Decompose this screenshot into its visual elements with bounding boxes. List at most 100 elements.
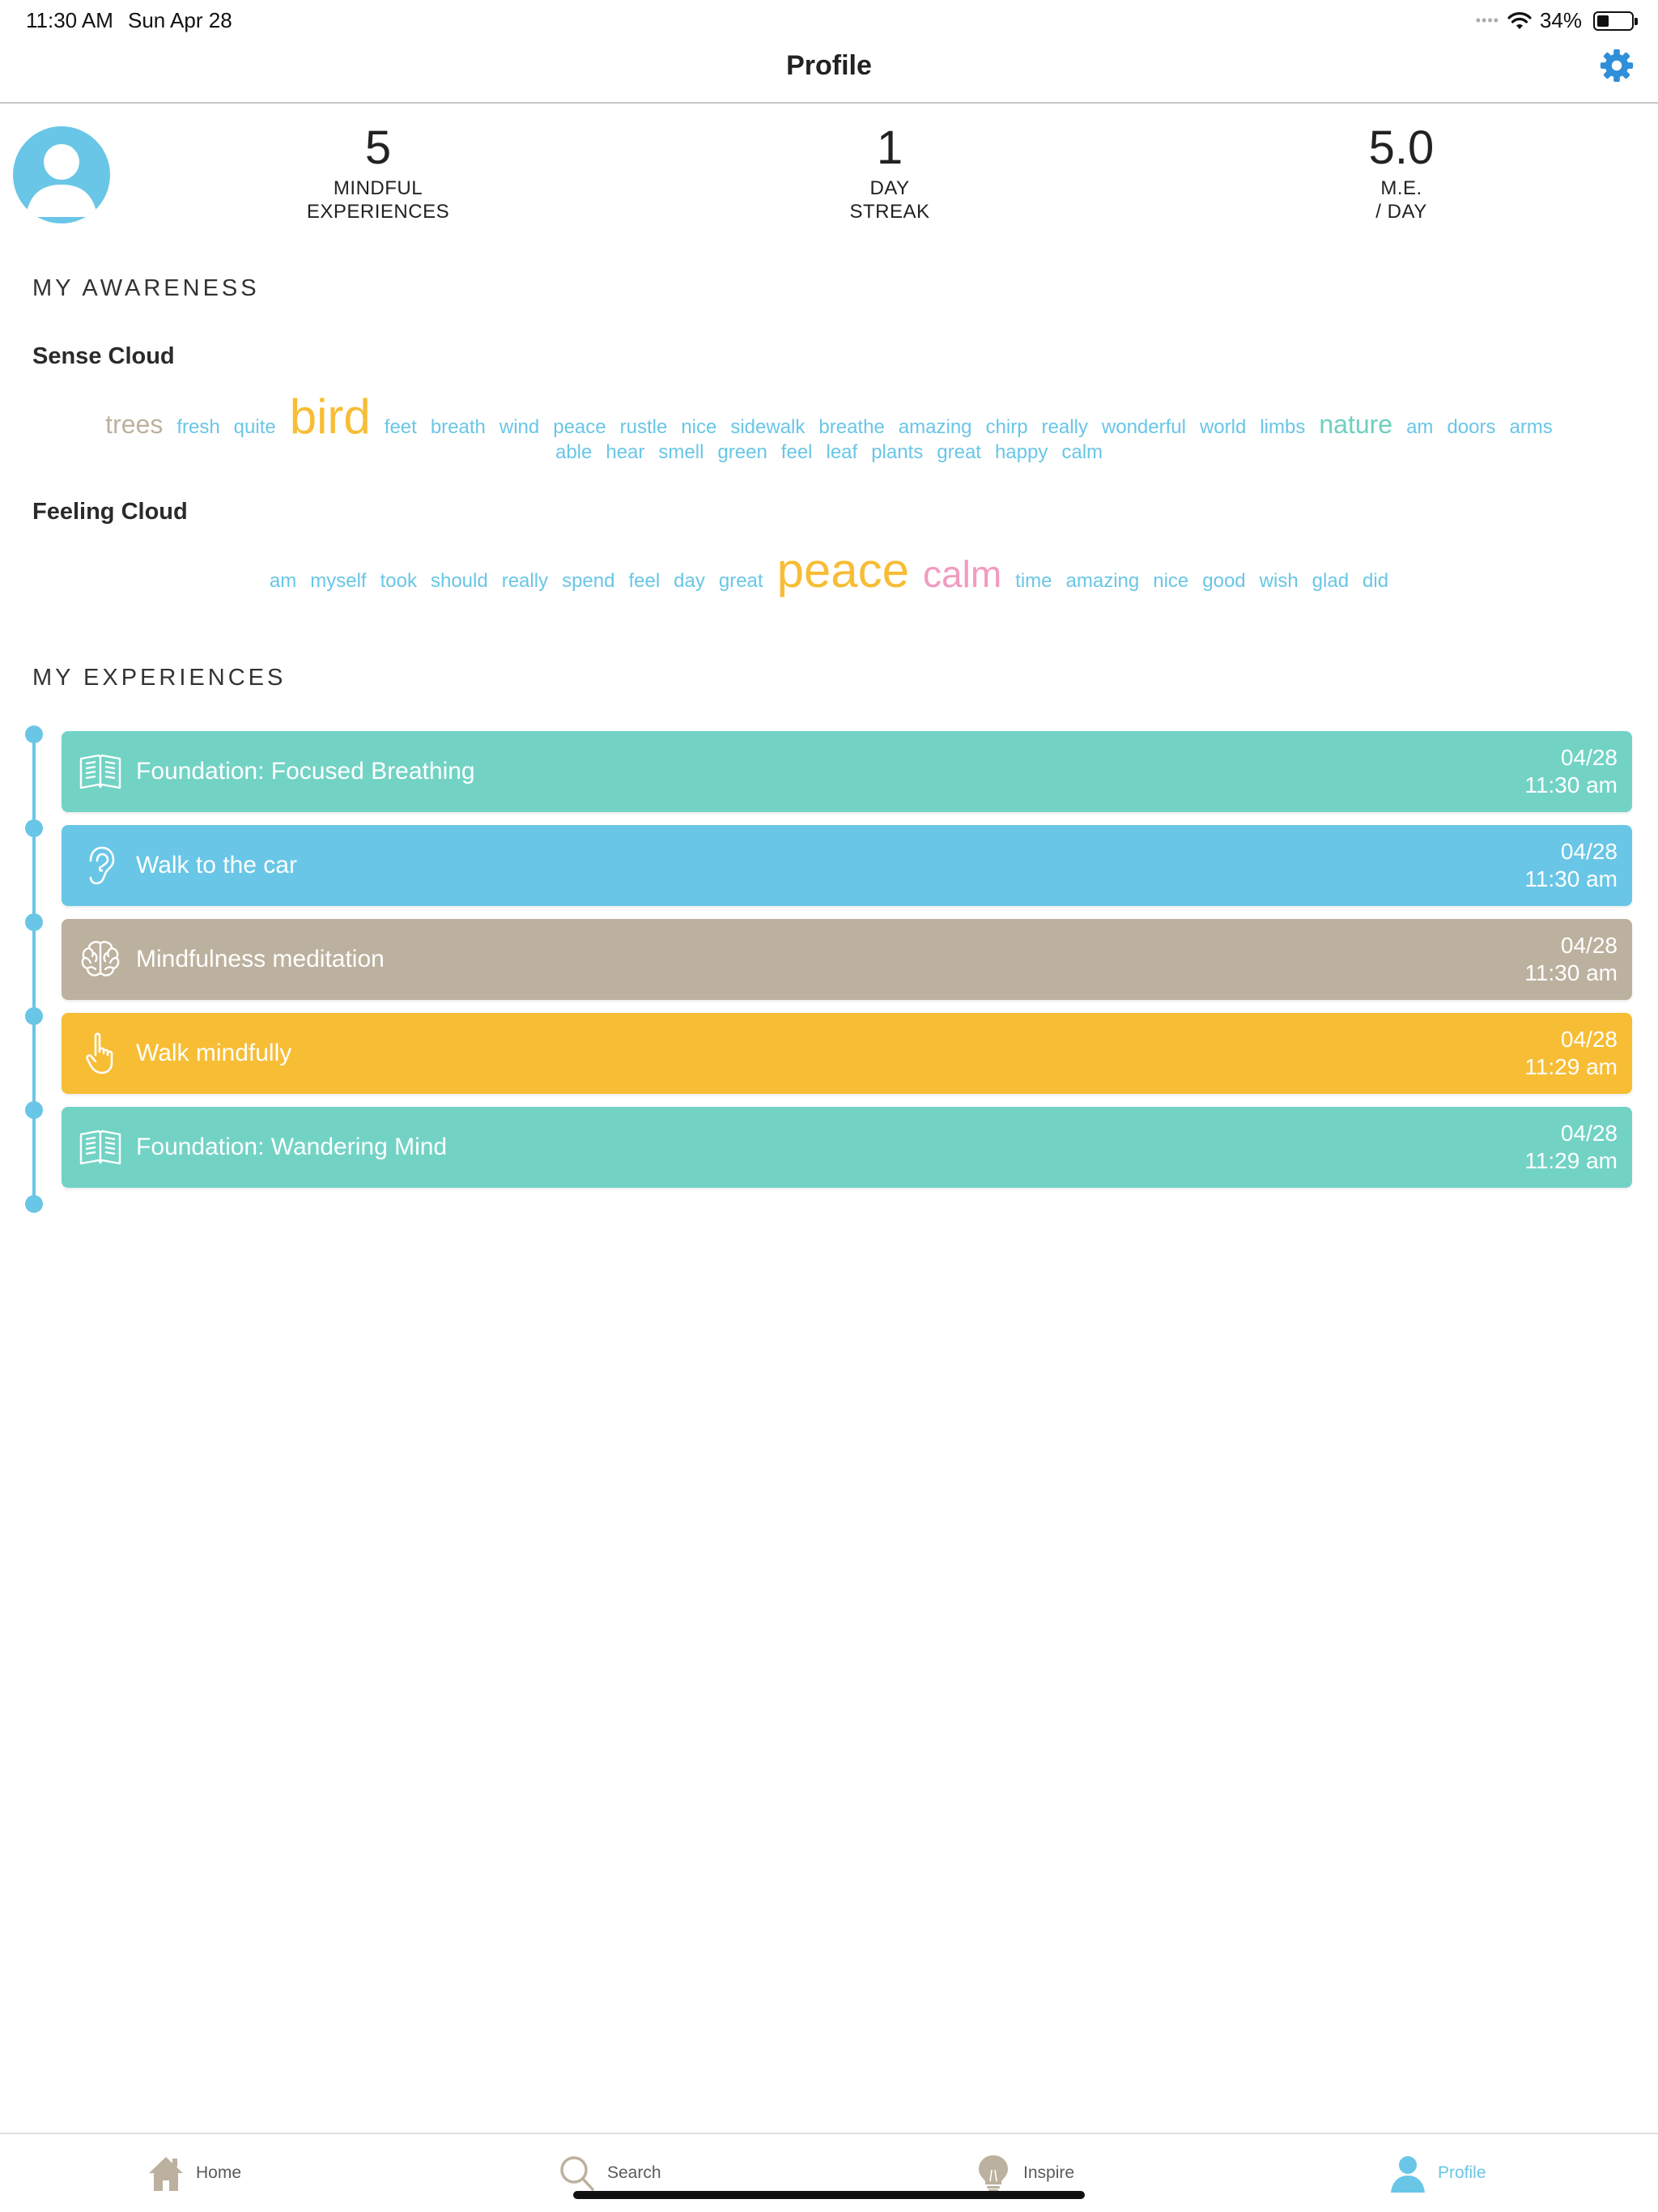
page-title: Profile — [786, 50, 872, 81]
experience-time: 11:30 am — [1524, 772, 1618, 798]
cloud-word: am — [1406, 416, 1434, 438]
cloud-word: limbs — [1260, 416, 1306, 438]
home-indicator[interactable] — [573, 2191, 1085, 2199]
battery-icon — [1593, 11, 1638, 31]
feeling-cloud-row: am myself took should really spend feel day grea… — [0, 542, 1658, 598]
cloud-word: hear — [606, 441, 645, 463]
settings-gear-icon[interactable] — [1598, 47, 1635, 84]
user-silhouette-icon — [26, 144, 97, 217]
battery-percent: 34% — [1539, 8, 1582, 32]
cloud-word: amazing — [1065, 570, 1140, 592]
experience-date: 04/28 — [1560, 745, 1618, 770]
experience-card[interactable]: Mindfulness meditation 04/28 11:30 am — [62, 919, 1632, 1000]
book-icon — [79, 1129, 121, 1165]
stat-value: 5.0 — [1368, 121, 1435, 174]
cloud-word: breath — [430, 416, 486, 438]
cloud-word: good — [1202, 570, 1246, 592]
navigation-bar: Profile — [0, 39, 1658, 104]
tab-profile[interactable]: Profile — [1389, 2154, 1486, 2193]
sense-cloud-row: able hear smell green feel leaf plants great hap… — [0, 441, 1658, 464]
cloud-word: calm — [923, 553, 1002, 595]
stat-label: M.E. — [1380, 177, 1422, 199]
cloud-word: glad — [1312, 570, 1350, 592]
cloud-word: green — [717, 441, 767, 463]
timeline-dot — [25, 1195, 43, 1213]
cloud-word: smell — [658, 441, 704, 463]
cloud-word: trees — [105, 410, 164, 439]
experience-time: 11:29 am — [1524, 1054, 1618, 1079]
timeline-line — [32, 734, 36, 1203]
experience-title: Foundation: Focused Breathing — [136, 758, 475, 785]
tab-inspire[interactable]: Inspire — [975, 2154, 1074, 2193]
experience-time: 11:29 am — [1524, 1148, 1618, 1173]
cloud-word: wind — [499, 416, 540, 438]
cloud-word: great — [937, 441, 981, 463]
experience-time: 11:30 am — [1524, 960, 1618, 985]
brain-icon — [81, 941, 120, 976]
my-experiences-heading: MY EXPERIENCES — [32, 665, 287, 691]
cloud-word: arms — [1509, 416, 1553, 438]
stat-label: MINDFUL — [333, 177, 423, 199]
tab-label: Profile — [1438, 2163, 1486, 2182]
cloud-word: time — [1015, 570, 1052, 592]
status-date: Sun Apr 28 — [128, 8, 232, 32]
cellular-signal-icon: •••• — [1475, 12, 1499, 28]
stat-me-per-day: 5.0 M.E. / DAY — [1231, 120, 1571, 223]
experience-date: 04/28 — [1560, 1027, 1618, 1052]
experience-datetime: 04/28 11:29 am — [1524, 1120, 1618, 1175]
experience-card[interactable]: Walk mindfully 04/28 11:29 am — [62, 1013, 1632, 1094]
timeline-dot — [25, 725, 43, 743]
cloud-word: calm — [1061, 441, 1103, 463]
home-icon — [149, 2157, 183, 2191]
experience-time: 11:30 am — [1524, 866, 1618, 891]
avatar[interactable] — [13, 126, 110, 223]
cloud-word: wonderful — [1101, 416, 1186, 438]
status-bar: 11:30 AM Sun Apr 28 •••• 34% — [0, 0, 1658, 39]
cloud-word: amazing — [898, 416, 972, 438]
cloud-word: nature — [1319, 410, 1393, 439]
tab-label: Inspire — [1023, 2163, 1075, 2182]
lightbulb-icon — [979, 2155, 1008, 2192]
cloud-word: day — [674, 570, 705, 592]
cloud-word: quite — [233, 416, 276, 438]
cloud-word: peace — [553, 416, 606, 438]
cloud-word: breathe — [818, 416, 885, 438]
cloud-word: did — [1363, 570, 1389, 592]
cloud-word: able — [555, 441, 593, 463]
experience-card[interactable]: Foundation: Focused Breathing 04/28 11:3… — [62, 731, 1632, 812]
experience-date: 04/28 — [1560, 933, 1618, 958]
stat-label: EXPERIENCES — [306, 201, 450, 223]
stat-label: / DAY — [1375, 201, 1427, 223]
experience-title: Foundation: Wandering Mind — [136, 1134, 448, 1160]
experience-datetime: 04/28 11:29 am — [1524, 1026, 1618, 1081]
ear-icon — [89, 846, 115, 885]
experience-title: Walk to the car — [136, 852, 297, 878]
cloud-word: sidewalk — [730, 416, 806, 438]
status-indicators: •••• 34% — [1475, 8, 1638, 33]
cloud-word: peace — [776, 543, 910, 598]
tab-home[interactable]: Home — [147, 2154, 241, 2193]
experience-card[interactable]: Walk to the car 04/28 11:30 am — [62, 825, 1632, 906]
cloud-word: chirp — [985, 416, 1028, 438]
cloud-word: am — [269, 570, 297, 592]
sense-cloud-row: trees fresh quite bird feet breath wind peace ru… — [0, 389, 1658, 445]
stat-value: 1 — [876, 121, 903, 174]
experience-title: Mindfulness meditation — [136, 946, 385, 972]
experience-date: 04/28 — [1560, 1121, 1618, 1146]
wifi-icon — [1507, 11, 1532, 29]
cloud-word: bird — [289, 389, 371, 444]
stat-label: DAY — [869, 177, 910, 199]
tab-search[interactable]: Search — [559, 2154, 661, 2193]
tab-label: Search — [607, 2163, 661, 2182]
cloud-word: nice — [1153, 570, 1189, 592]
cloud-word: feel — [780, 441, 813, 463]
experience-card[interactable]: Foundation: Wandering Mind 04/28 11:29 a… — [62, 1107, 1632, 1188]
cloud-word: feet — [384, 416, 417, 438]
cloud-word: fresh — [176, 416, 220, 438]
timeline-dot — [25, 1101, 43, 1119]
experience-datetime: 04/28 11:30 am — [1524, 744, 1618, 799]
cloud-word: nice — [681, 416, 717, 438]
stat-mindful-experiences: 5 MINDFUL EXPERIENCES — [208, 120, 548, 223]
experience-date: 04/28 — [1560, 839, 1618, 864]
cloud-word: really — [1041, 416, 1088, 438]
